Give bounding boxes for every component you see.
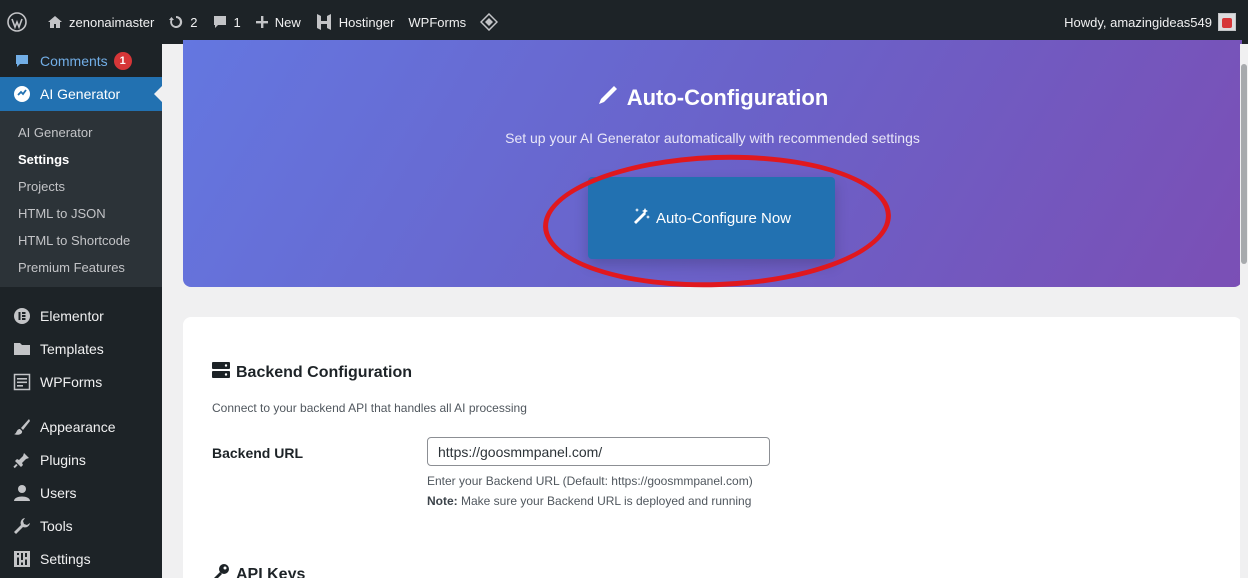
- ai-generator-icon: [12, 84, 32, 104]
- sidebar-item-comments[interactable]: Comments 1: [0, 44, 162, 77]
- sidebar-item-label: Tools: [40, 517, 73, 534]
- sidebar-item-label: Appearance: [40, 418, 116, 435]
- plugin-diamond-link[interactable]: [473, 0, 511, 44]
- sidebar-item-settings[interactable]: Settings: [0, 542, 162, 575]
- wrench-icon: [12, 516, 32, 536]
- sidebar-item-label: Elementor: [40, 307, 104, 324]
- site-name-link[interactable]: zenonaimaster: [40, 0, 161, 44]
- sidebar-item-wpforms[interactable]: WPForms: [0, 365, 162, 398]
- new-label: New: [274, 14, 301, 30]
- sidebar-item-label: WPForms: [40, 373, 103, 390]
- plugin-icon: [12, 450, 32, 470]
- backend-section-title-text: Backend Configuration: [236, 363, 413, 381]
- admin-sidebar: Comments 1 AI Generator AI Generator Set…: [0, 44, 162, 578]
- note-text: Make sure your Backend URL is deployed a…: [457, 494, 752, 508]
- submenu-item-premium-features[interactable]: Premium Features: [0, 254, 162, 281]
- howdy-text: Howdy, amazingideas549: [1064, 14, 1212, 30]
- submenu-item-ai-generator[interactable]: AI Generator: [0, 119, 162, 146]
- sidebar-item-label: Templates: [40, 340, 104, 357]
- backend-url-label: Backend URL: [212, 445, 304, 461]
- submenu-item-html-to-json[interactable]: HTML to JSON: [0, 200, 162, 227]
- comments-link[interactable]: 1: [205, 0, 248, 44]
- wpforms-label: WPForms: [408, 14, 467, 30]
- sidebar-item-tools[interactable]: Tools: [0, 509, 162, 542]
- hero-title-text: Auto-Configuration: [626, 85, 829, 110]
- sidebar-item-label: Comments: [40, 52, 108, 69]
- hero-title: Auto-Configuration: [183, 84, 1242, 112]
- sidebar-item-label: Plugins: [40, 451, 86, 468]
- api-keys-title-text: API Keys: [236, 565, 306, 578]
- settings-icon: [12, 549, 32, 569]
- backend-url-help: Enter your Backend URL (Default: https:/…: [427, 474, 753, 488]
- account-menu[interactable]: Howdy, amazingideas549: [1064, 0, 1248, 44]
- plus-icon: [255, 15, 269, 29]
- comments-badge: 1: [113, 51, 132, 70]
- comment-icon: [12, 51, 32, 71]
- ai-generator-submenu: AI Generator Settings Projects HTML to J…: [0, 111, 162, 287]
- home-icon: [47, 14, 63, 30]
- note-label: Note:: [427, 494, 458, 508]
- page-scrollbar[interactable]: [1240, 44, 1248, 578]
- site-name: zenonaimaster: [69, 14, 155, 30]
- submenu-item-settings[interactable]: Settings: [0, 146, 162, 173]
- auto-configuration-hero: Auto-Configuration Set up your AI Genera…: [183, 40, 1242, 287]
- backend-section-title: Backend Configuration: [212, 362, 412, 383]
- updates-link[interactable]: 2: [161, 0, 204, 44]
- server-icon: [212, 362, 230, 383]
- hostinger-icon: [315, 13, 333, 31]
- menu-separator: [0, 398, 162, 410]
- sidebar-item-appearance[interactable]: Appearance: [0, 410, 162, 443]
- auto-configure-label: Auto-Configure Now: [655, 209, 792, 227]
- sidebar-item-ai-generator[interactable]: AI Generator: [0, 77, 162, 111]
- sidebar-item-label: Settings: [40, 550, 91, 567]
- backend-url-input[interactable]: [427, 437, 770, 466]
- pencil-icon: [597, 84, 619, 112]
- auto-configure-button[interactable]: Auto-Configure Now: [588, 177, 835, 259]
- sidebar-item-label: AI Generator: [40, 86, 121, 102]
- sidebar-item-label: Users: [40, 484, 77, 501]
- backend-url-note: Note: Make sure your Backend URL is depl…: [427, 494, 751, 508]
- avatar: [1218, 13, 1236, 31]
- users-icon: [12, 483, 32, 503]
- sidebar-item-plugins[interactable]: Plugins: [0, 443, 162, 476]
- comments-count: 1: [233, 14, 241, 30]
- elementor-icon: [12, 306, 32, 326]
- backend-configuration-panel: Backend Configuration Connect to your ba…: [183, 317, 1242, 578]
- sidebar-item-elementor[interactable]: Elementor: [0, 299, 162, 332]
- sidebar-item-templates[interactable]: Templates: [0, 332, 162, 365]
- hostinger-link[interactable]: Hostinger: [308, 0, 402, 44]
- new-content-button[interactable]: New: [248, 0, 308, 44]
- menu-separator: [0, 287, 162, 299]
- scrollbar-thumb[interactable]: [1241, 64, 1247, 264]
- submenu-item-projects[interactable]: Projects: [0, 173, 162, 200]
- wpforms-icon: [12, 372, 32, 392]
- hostinger-label: Hostinger: [338, 14, 395, 30]
- admin-bar: zenonaimaster 2 1 New Hostinger WPForms …: [0, 0, 1248, 44]
- folder-icon: [12, 339, 32, 359]
- wordpress-logo-button[interactable]: [0, 0, 40, 44]
- hero-subtitle: Set up your AI Generator automatically w…: [505, 130, 920, 146]
- sidebar-item-users[interactable]: Users: [0, 476, 162, 509]
- paintbrush-icon: [12, 417, 32, 437]
- submenu-item-html-to-shortcode[interactable]: HTML to Shortcode: [0, 227, 162, 254]
- key-icon: [212, 563, 230, 578]
- magic-wand-icon: [632, 207, 650, 229]
- backend-section-description: Connect to your backend API that handles…: [212, 401, 527, 415]
- updates-count: 2: [190, 14, 198, 30]
- diamond-icon: [480, 13, 499, 31]
- comment-icon: [212, 14, 228, 30]
- wpforms-link[interactable]: WPForms: [401, 0, 473, 44]
- api-keys-section-title: API Keys: [212, 563, 305, 578]
- wordpress-icon: [7, 12, 27, 32]
- updates-icon: [168, 14, 184, 30]
